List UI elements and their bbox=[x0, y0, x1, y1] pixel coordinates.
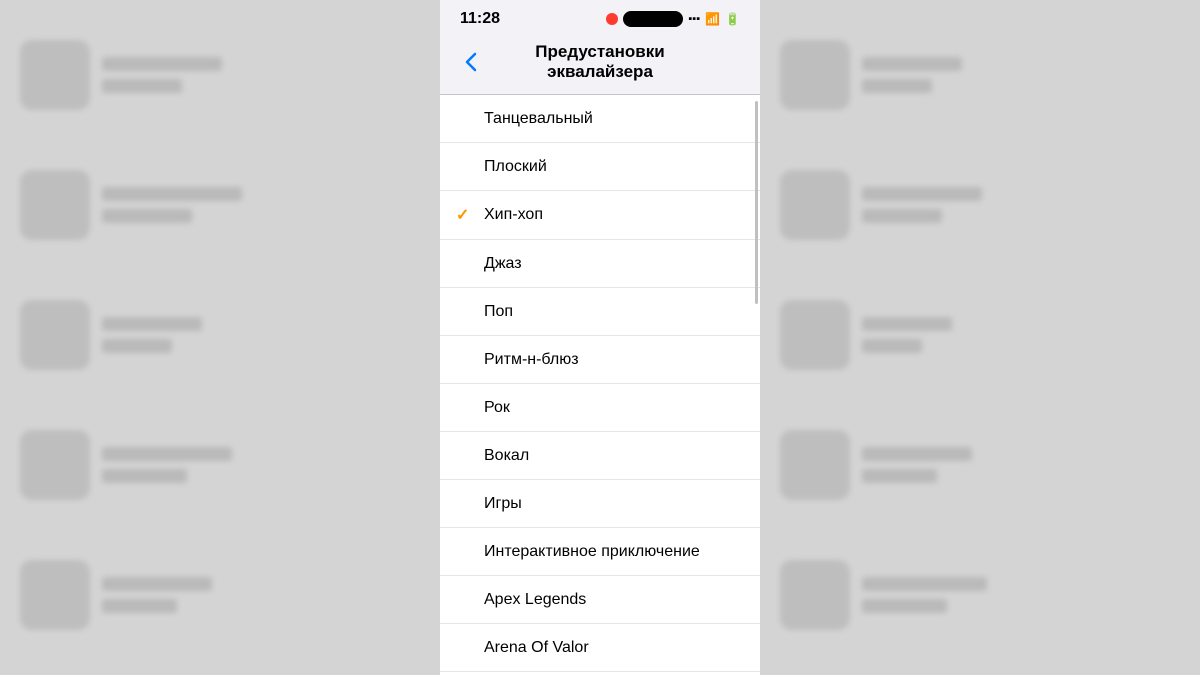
preset-label: Рок bbox=[484, 399, 744, 417]
battery-icon: 🔋 bbox=[725, 12, 740, 26]
blur-thumb bbox=[780, 560, 850, 630]
preset-label: Игры bbox=[484, 495, 744, 513]
preset-list[interactable]: Танцевальный Плоский ✓ Хип-хоп Джаз Поп Ритм-н… bbox=[440, 95, 760, 675]
preset-label: Поп bbox=[484, 303, 744, 321]
list-item[interactable]: Arena Of Valor bbox=[440, 624, 760, 672]
blur-thumb bbox=[20, 40, 90, 110]
checkmark-icon: ✓ bbox=[456, 205, 474, 225]
back-chevron-icon bbox=[465, 52, 477, 72]
dynamic-island bbox=[623, 11, 683, 27]
blur-text bbox=[102, 209, 192, 223]
preset-label: Плоский bbox=[484, 158, 744, 176]
right-background bbox=[760, 0, 1200, 675]
blur-text bbox=[102, 57, 222, 71]
blur-text bbox=[102, 79, 182, 93]
blur-text bbox=[862, 469, 937, 483]
list-item[interactable]: Вокал bbox=[440, 432, 760, 480]
blur-thumb bbox=[20, 560, 90, 630]
blur-text bbox=[102, 339, 172, 353]
time-display: 11:28 bbox=[460, 10, 500, 28]
blur-text bbox=[862, 209, 942, 223]
list-item[interactable]: Apex Legends bbox=[440, 576, 760, 624]
blur-text bbox=[102, 577, 212, 591]
equalizer-panel: 11:28 ▪▪▪ 📶 🔋 Предустановки эквалайзера … bbox=[440, 0, 760, 675]
blur-text bbox=[102, 187, 242, 201]
preset-label: Хип-хоп bbox=[484, 206, 744, 224]
preset-label: Вокал bbox=[484, 447, 744, 465]
back-button[interactable] bbox=[456, 47, 486, 77]
recording-indicator bbox=[606, 13, 618, 25]
blur-thumb bbox=[780, 40, 850, 110]
scroll-thumb bbox=[755, 101, 758, 304]
preset-label: Arena Of Valor bbox=[484, 639, 744, 657]
preset-label: Apex Legends bbox=[484, 591, 744, 609]
blur-text bbox=[862, 317, 952, 331]
blur-thumb bbox=[780, 300, 850, 370]
blur-text bbox=[862, 447, 972, 461]
preset-label: Танцевальный bbox=[484, 110, 744, 128]
list-item[interactable]: Ритм-н-блюз bbox=[440, 336, 760, 384]
list-item[interactable]: Поп bbox=[440, 288, 760, 336]
left-background bbox=[0, 0, 440, 675]
blur-thumb bbox=[780, 430, 850, 500]
blur-text bbox=[862, 577, 987, 591]
blur-thumb bbox=[20, 170, 90, 240]
blur-text bbox=[102, 447, 232, 461]
list-item[interactable]: Игры bbox=[440, 480, 760, 528]
status-right: ▪▪▪ 📶 🔋 bbox=[606, 11, 740, 27]
blur-text bbox=[102, 599, 177, 613]
list-item[interactable]: Интерактивное приключение bbox=[440, 528, 760, 576]
status-bar: 11:28 ▪▪▪ 📶 🔋 bbox=[440, 0, 760, 34]
blur-text bbox=[102, 317, 202, 331]
preset-label: Интерактивное приключение bbox=[484, 543, 744, 561]
signal-bars: ▪▪▪ bbox=[688, 13, 700, 25]
blur-text bbox=[862, 57, 962, 71]
blur-thumb bbox=[780, 170, 850, 240]
blur-thumb bbox=[20, 430, 90, 500]
blur-text bbox=[862, 339, 922, 353]
list-item[interactable]: ✓ Хип-хоп bbox=[440, 191, 760, 240]
wifi-icon: 📶 bbox=[705, 12, 720, 26]
preset-label: Джаз bbox=[484, 255, 744, 273]
blur-thumb bbox=[20, 300, 90, 370]
navigation-bar: Предустановки эквалайзера bbox=[440, 34, 760, 95]
blur-text bbox=[862, 187, 982, 201]
list-item[interactable]: Танцевальный bbox=[440, 95, 760, 143]
blur-text bbox=[862, 599, 947, 613]
blur-text bbox=[862, 79, 932, 93]
list-item[interactable]: Джаз bbox=[440, 240, 760, 288]
blur-text bbox=[102, 469, 187, 483]
page-title: Предустановки эквалайзера bbox=[486, 42, 714, 82]
list-item[interactable]: Плоский bbox=[440, 143, 760, 191]
preset-label: Ритм-н-блюз bbox=[484, 351, 744, 369]
list-item[interactable]: Рок bbox=[440, 384, 760, 432]
